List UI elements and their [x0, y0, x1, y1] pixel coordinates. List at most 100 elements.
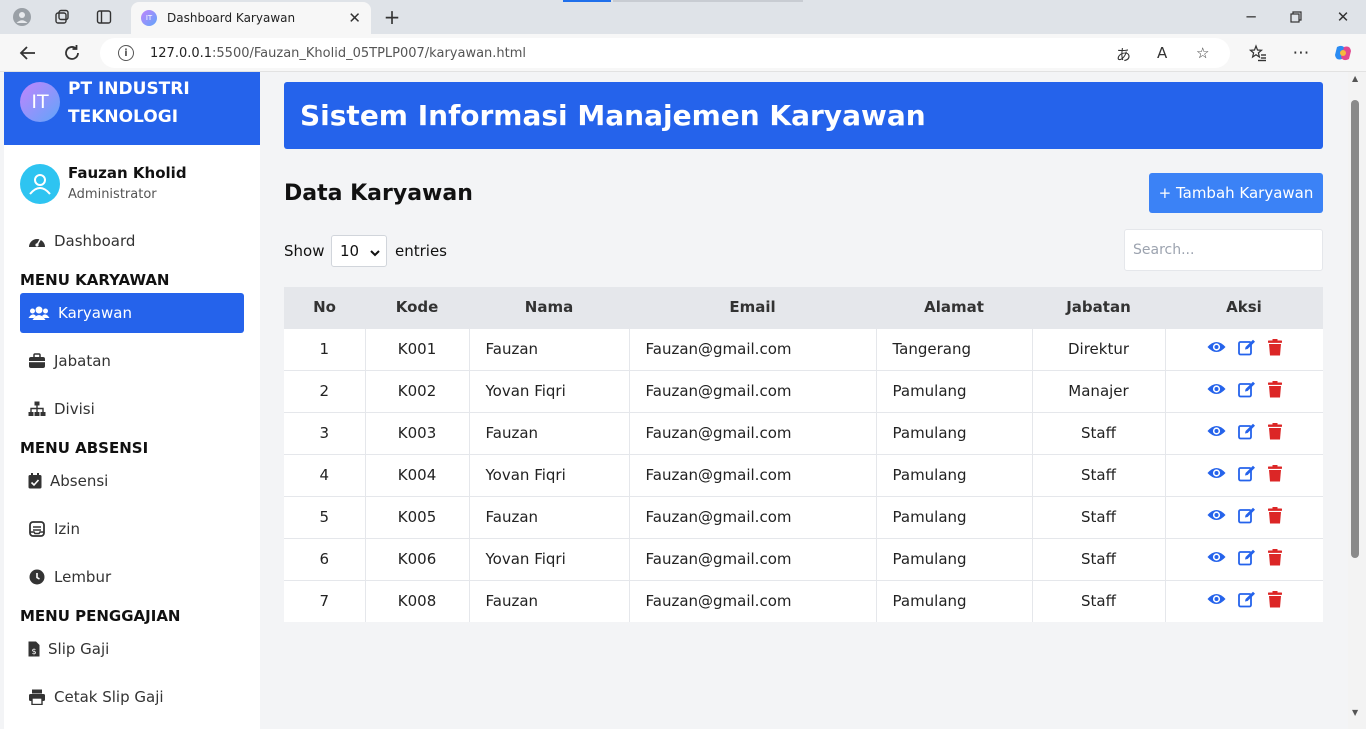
trash-icon[interactable]	[1267, 338, 1282, 360]
page-scrollbar[interactable]: ▲ ▼	[1348, 72, 1366, 729]
sidebar-item-label: Lembur	[54, 568, 112, 586]
user-name: Fauzan Kholid	[68, 164, 187, 182]
back-icon[interactable]	[18, 43, 38, 63]
column-header-jabatan[interactable]: Jabatan	[1032, 287, 1165, 328]
edit-icon[interactable]	[1237, 339, 1256, 360]
profile-icon[interactable]	[12, 7, 32, 27]
karyawan-table: No Kode Nama Email Alamat Jabatan Aksi 1…	[284, 287, 1323, 622]
cell-email: Fauzan@gmail.com	[629, 495, 877, 538]
restore-icon[interactable]	[1286, 7, 1306, 27]
cell-kode: K005	[365, 495, 470, 538]
cell-nama: Yovan Fiqri	[469, 537, 630, 580]
eye-icon[interactable]	[1207, 550, 1226, 568]
sidebar-item-absensi[interactable]: Absensi	[20, 461, 244, 501]
cell-no: 7	[284, 579, 366, 622]
favorites-icon[interactable]	[1248, 43, 1268, 63]
sidebar-item-slip-gaji[interactable]: $ Slip Gaji	[20, 629, 244, 669]
edit-icon[interactable]	[1237, 591, 1256, 612]
eye-icon[interactable]	[1207, 340, 1226, 358]
more-menu-icon[interactable]: ⋯	[1291, 43, 1311, 63]
scroll-down-icon[interactable]: ▼	[1352, 708, 1358, 717]
sidebar-item-dashboard[interactable]: Dashboard	[20, 221, 244, 261]
eye-icon[interactable]	[1207, 508, 1226, 526]
cell-alamat: Pamulang	[876, 579, 1033, 622]
cell-alamat: Pamulang	[876, 537, 1033, 580]
reload-icon[interactable]	[62, 43, 82, 63]
add-karyawan-button[interactable]: + Tambah Karyawan	[1149, 173, 1323, 213]
sidebar-item-cetak-slip-gaji[interactable]: Cetak Slip Gaji	[20, 677, 244, 717]
cell-nama: Fauzan	[469, 327, 630, 370]
page-title: Sistem Informasi Manajemen Karyawan	[300, 99, 926, 132]
scrollbar-thumb[interactable]	[1351, 100, 1359, 558]
eye-icon[interactable]	[1207, 424, 1226, 442]
site-info-icon[interactable]: i	[118, 45, 134, 61]
edit-icon[interactable]	[1237, 507, 1256, 528]
cell-aksi	[1165, 537, 1323, 580]
favorite-star-icon[interactable]: ☆	[1196, 44, 1209, 62]
cell-nama: Yovan Fiqri	[469, 369, 630, 412]
browser-tab-active[interactable]: IT Dashboard Karyawan ✕	[131, 2, 371, 34]
section-menu-karyawan: MENU KARYAWAN	[20, 271, 170, 289]
cell-email: Fauzan@gmail.com	[629, 411, 877, 454]
sidebar-item-divisi[interactable]: Divisi	[20, 389, 244, 429]
user-avatar	[20, 164, 60, 204]
sidebar-item-lembur[interactable]: Lembur	[20, 557, 244, 597]
column-header-alamat[interactable]: Alamat	[876, 287, 1032, 328]
cell-jabatan: Direktur	[1032, 327, 1166, 370]
workspaces-icon[interactable]	[52, 7, 72, 27]
trash-icon[interactable]	[1267, 380, 1282, 402]
trash-icon[interactable]	[1267, 506, 1282, 528]
copilot-icon[interactable]	[1333, 43, 1353, 63]
sidebar-item-karyawan[interactable]: Karyawan	[20, 293, 244, 333]
new-tab-icon[interactable]: +	[382, 5, 402, 29]
read-aloud-icon[interactable]: A	[1157, 44, 1167, 62]
section-title: Data Karyawan	[284, 181, 473, 206]
eye-icon[interactable]	[1207, 592, 1226, 610]
sidebar-item-label: Absensi	[50, 472, 109, 490]
sidebar-item-izin[interactable]: Izin	[20, 509, 244, 549]
close-tab-icon[interactable]: ✕	[348, 9, 361, 27]
cell-kode: K002	[365, 369, 470, 412]
column-header-kode[interactable]: Kode	[365, 287, 469, 328]
brand-header: IT PT INDUSTRI TEKNOLOGI	[4, 72, 260, 145]
table-header-row: No Kode Nama Email Alamat Jabatan Aksi	[284, 287, 1323, 328]
edit-icon[interactable]	[1237, 549, 1256, 570]
trash-icon[interactable]	[1267, 422, 1282, 444]
print-icon	[28, 688, 46, 706]
cell-nama: Yovan Fiqri	[469, 453, 630, 496]
scroll-up-icon[interactable]: ▲	[1352, 74, 1358, 83]
cell-aksi	[1165, 327, 1323, 370]
tab-favicon: IT	[141, 10, 157, 26]
cell-email: Fauzan@gmail.com	[629, 453, 877, 496]
cell-jabatan: Staff	[1032, 537, 1166, 580]
trash-icon[interactable]	[1267, 464, 1282, 486]
search-input[interactable]	[1124, 229, 1323, 271]
eye-icon[interactable]	[1207, 466, 1226, 484]
entries-select[interactable]: 10	[331, 235, 387, 267]
column-header-email[interactable]: Email	[629, 287, 876, 328]
sidebar-item-jabatan[interactable]: Jabatan	[20, 341, 244, 381]
trash-icon[interactable]	[1267, 548, 1282, 570]
table-row: 1 K001 Fauzan Fauzan@gmail.com Tangerang Dire…	[284, 327, 1323, 370]
sitemap-icon	[28, 400, 46, 418]
sidebar-item-label: Slip Gaji	[48, 640, 110, 658]
column-header-nama[interactable]: Nama	[469, 287, 629, 328]
cell-aksi	[1165, 453, 1323, 496]
tab-indicator-secondary	[613, 0, 803, 2]
url-input[interactable]: i 127.0.0.1:5500/Fauzan_Kholid_05TPLP007…	[100, 38, 1230, 68]
edit-icon[interactable]	[1237, 423, 1256, 444]
minimize-icon[interactable]: ─	[1241, 7, 1261, 27]
brand-logo: IT	[20, 82, 60, 122]
edit-icon[interactable]	[1237, 465, 1256, 486]
edit-icon[interactable]	[1237, 381, 1256, 402]
column-header-no[interactable]: No	[284, 287, 365, 328]
sidebar-item-label: Cetak Slip Gaji	[54, 688, 164, 706]
show-label: Show	[284, 242, 325, 260]
tab-actions-icon[interactable]	[94, 7, 114, 27]
entries-value: 10	[340, 242, 360, 260]
trash-icon[interactable]	[1267, 590, 1282, 612]
eye-icon[interactable]	[1207, 382, 1226, 400]
translate-icon[interactable]: あ	[1116, 44, 1131, 65]
close-window-icon[interactable]: ✕	[1333, 7, 1353, 27]
browser-tab-bar: IT Dashboard Karyawan ✕ + ─ ✕	[0, 0, 1366, 34]
